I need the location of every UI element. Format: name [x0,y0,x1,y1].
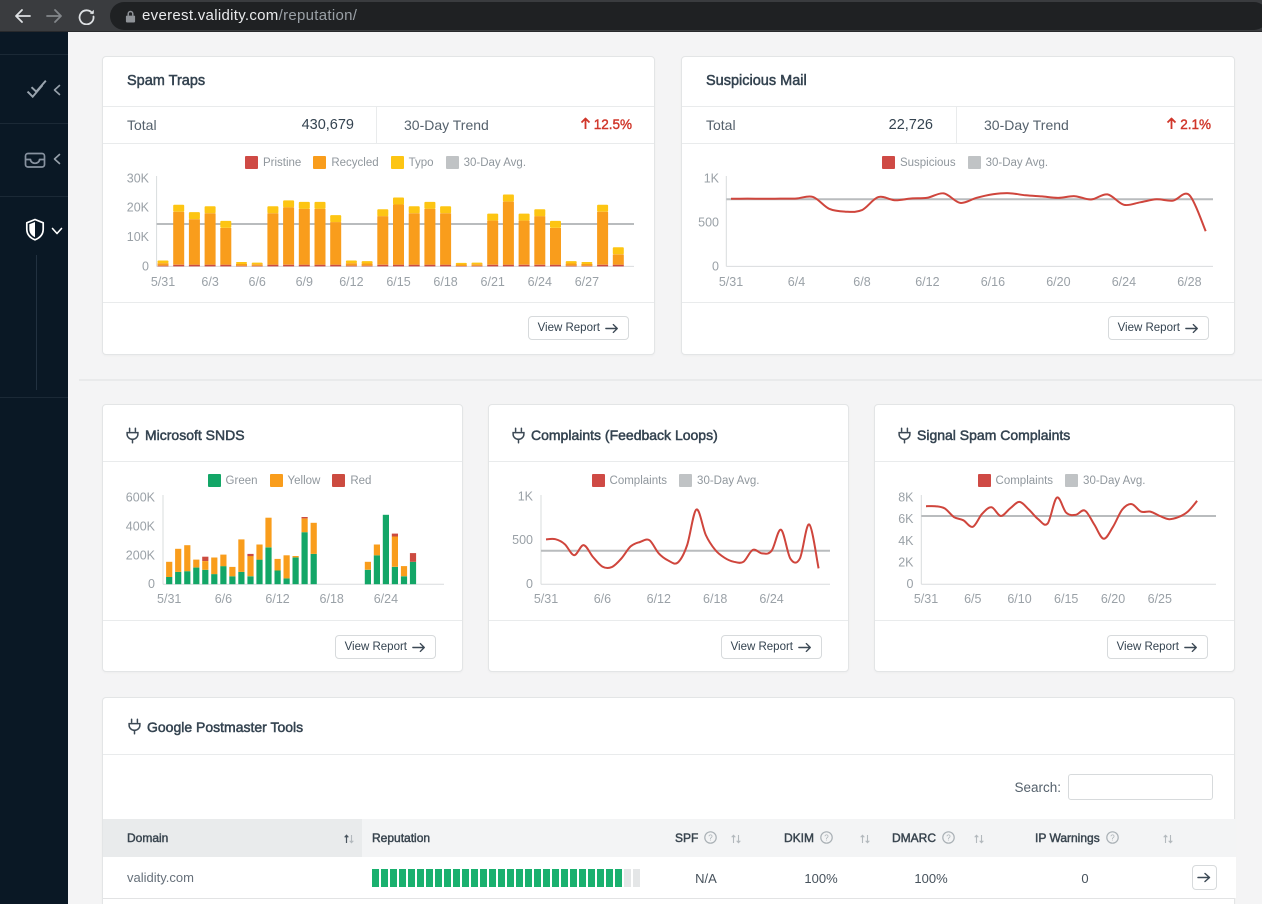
svg-text:6/12: 6/12 [915,275,939,289]
svg-text:6/5: 6/5 [964,592,981,606]
svg-text:?: ? [946,833,951,842]
svg-text:200K: 200K [126,548,156,562]
svg-text:6K: 6K [898,512,914,526]
svg-text:1K: 1K [704,171,720,185]
svg-text:?: ? [709,833,714,842]
svg-text:5/31: 5/31 [719,275,743,289]
svg-text:30K: 30K [127,171,150,185]
svg-text:6/24: 6/24 [759,592,783,606]
svg-text:6/9: 6/9 [296,275,313,289]
svg-text:?: ? [824,833,829,842]
svg-text:5/31: 5/31 [151,275,175,289]
svg-text:6/24: 6/24 [1112,275,1136,289]
svg-text:6/10: 6/10 [1007,592,1031,606]
svg-text:6/16: 6/16 [981,275,1005,289]
svg-text:4K: 4K [898,534,914,548]
svg-text:1K: 1K [518,489,534,503]
svg-text:6/27: 6/27 [575,275,599,289]
svg-text:6/6: 6/6 [215,592,232,606]
svg-text:10K: 10K [127,230,150,244]
svg-text:6/18: 6/18 [320,592,344,606]
svg-text:6/20: 6/20 [1101,592,1125,606]
svg-text:600K: 600K [126,491,156,505]
svg-text:20K: 20K [127,201,150,215]
svg-text:0: 0 [526,577,533,591]
svg-text:400K: 400K [126,519,156,533]
svg-text:500: 500 [512,533,533,547]
svg-text:6/12: 6/12 [339,275,363,289]
svg-text:0: 0 [907,577,914,591]
svg-text:6/18: 6/18 [703,592,727,606]
svg-text:6/20: 6/20 [1046,275,1070,289]
svg-text:5/31: 5/31 [534,592,558,606]
svg-text:6/12: 6/12 [265,592,289,606]
svg-text:6/25: 6/25 [1148,592,1172,606]
svg-text:6/8: 6/8 [853,275,870,289]
svg-text:6/12: 6/12 [647,592,671,606]
svg-text:?: ? [1110,833,1115,842]
svg-text:2K: 2K [898,556,914,570]
svg-text:6/18: 6/18 [433,275,457,289]
svg-text:6/28: 6/28 [1177,275,1201,289]
svg-text:6/3: 6/3 [201,275,218,289]
svg-text:0: 0 [712,259,719,273]
svg-text:6/15: 6/15 [1054,592,1078,606]
svg-text:6/24: 6/24 [374,592,398,606]
svg-text:0: 0 [148,577,155,591]
svg-text:5/31: 5/31 [914,592,938,606]
svg-text:6/6: 6/6 [249,275,266,289]
svg-text:8K: 8K [898,491,914,505]
svg-text:6/24: 6/24 [528,275,552,289]
svg-text:0: 0 [142,259,149,273]
svg-text:6/21: 6/21 [481,275,505,289]
svg-text:6/4: 6/4 [788,275,805,289]
svg-text:500: 500 [698,215,719,229]
svg-text:5/31: 5/31 [157,592,181,606]
svg-text:6/6: 6/6 [594,592,611,606]
svg-text:6/15: 6/15 [386,275,410,289]
